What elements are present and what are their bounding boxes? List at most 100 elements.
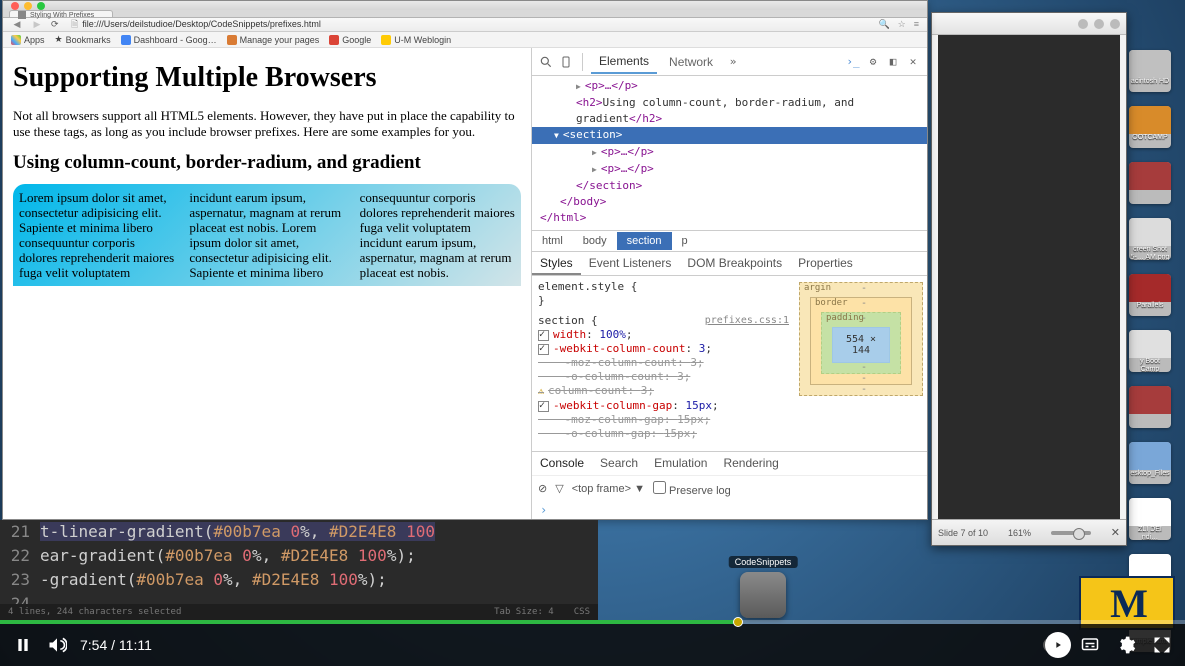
desktop-icon[interactable]: OOTCAMP [1129, 106, 1171, 148]
selected-dom-node[interactable]: <section> [532, 127, 927, 144]
drawer-tabs: Console Search Emulation Rendering [532, 451, 927, 475]
device-icon[interactable] [558, 54, 574, 70]
bookmark-item[interactable]: Google [329, 35, 371, 45]
zoom-window-icon[interactable] [37, 2, 45, 10]
language-mode[interactable]: CSS [574, 600, 590, 620]
tab-rendering[interactable]: Rendering [715, 452, 786, 475]
rule-checkbox[interactable] [538, 401, 549, 412]
intro-paragraph: Not all browsers support all HTML5 eleme… [13, 108, 521, 140]
minimize-window-icon[interactable] [24, 2, 32, 10]
slide-position: Slide 7 of 10 [938, 528, 988, 538]
breadcrumb-item[interactable]: section [617, 232, 672, 250]
desktop-icon[interactable] [1129, 386, 1171, 428]
reload-button[interactable]: ⟳ [51, 19, 63, 31]
css-rules[interactable]: element.style { } prefixes.css:1section … [532, 276, 795, 451]
desktop-icon[interactable]: acintosh HD [1129, 50, 1171, 92]
page-heading: Supporting Multiple Browsers [13, 62, 521, 94]
tab-console[interactable]: Console [532, 452, 592, 475]
inspect-icon[interactable] [538, 54, 554, 70]
browser-tab[interactable]: Styling With Prefixes [9, 10, 113, 17]
clear-console-icon[interactable]: ⊘ [538, 482, 547, 495]
settings-button[interactable] [1115, 634, 1137, 656]
editor-status: 4 lines, 244 characters selected [8, 600, 181, 620]
forward-button[interactable]: ▶ [31, 19, 43, 31]
apps-button[interactable]: Apps [11, 35, 45, 45]
devtools-toolbar: Elements Network » ›_ ⚙ ◧ ✕ [532, 48, 927, 76]
desktop-icon[interactable]: y Boot Camp [1129, 330, 1171, 372]
window-minimize-icon[interactable] [1078, 19, 1088, 29]
tab-event-listeners[interactable]: Event Listeners [581, 252, 680, 275]
close-window-icon[interactable] [11, 2, 19, 10]
subheading: Using column-count, border-radium, and g… [13, 152, 521, 174]
console-prompt[interactable]: › [532, 501, 927, 519]
zoom-icon[interactable]: 🔍 [878, 19, 889, 30]
pause-button[interactable] [12, 634, 34, 656]
dock-app[interactable] [740, 572, 786, 618]
console-toggle-icon[interactable]: ›_ [845, 54, 861, 70]
styles-tabs: Styles Event Listeners DOM Breakpoints P… [532, 252, 927, 276]
desktop-icon[interactable] [1129, 162, 1171, 204]
code-editor[interactable]: 21t-linear-gradient(#00b7ea 0%, #D2E4E8 … [0, 520, 598, 620]
bookmark-item[interactable]: Dashboard - Goog… [121, 35, 217, 45]
rule-checkbox[interactable] [538, 344, 549, 355]
bookmark-item[interactable]: ★Bookmarks [55, 34, 111, 45]
desktop-icon[interactable]: Parallels [1129, 274, 1171, 316]
address-bar: ◀ ▶ ⟳ 🗎file:///Users/deilstudioe/Desktop… [3, 18, 927, 32]
css-warning: column-count: 3; [538, 384, 789, 399]
volume-button[interactable] [46, 634, 68, 656]
breadcrumb-item[interactable]: p [672, 232, 698, 250]
tab-network[interactable]: Network [661, 51, 721, 73]
breadcrumb-item[interactable]: html [532, 232, 573, 250]
desktop-icon[interactable]: ZLI DEI ndi…27.docx [1129, 498, 1171, 540]
window-titlebar[interactable] [3, 1, 927, 10]
presentation-window: Slide 7 of 10 161% ✕ [931, 12, 1127, 546]
progress-bar[interactable] [0, 620, 1185, 624]
browser-window: Styling With Prefixes ◀ ▶ ⟳ 🗎file:///Use… [2, 0, 928, 520]
bookmark-star-icon[interactable]: ☆ [898, 19, 906, 30]
dom-tree[interactable]: <p>…</p> <h2>Using column-count, border-… [532, 76, 927, 230]
time-display: 7:54 / 11:11 [80, 637, 152, 653]
console-toolbar: ⊘ ▽ <top frame> ▼ Preserve log [532, 475, 927, 501]
source-link[interactable]: prefixes.css:1 [705, 314, 789, 328]
tab-emulation[interactable]: Emulation [646, 452, 715, 475]
desktop-icons: acintosh HD OOTCAMP creen Shot 5-… AM.pn… [1129, 50, 1177, 652]
desktop-icon[interactable]: esktop_Files [1129, 442, 1171, 484]
bookmark-item[interactable]: U-M Weblogin [381, 35, 451, 45]
breadcrumb-item[interactable]: body [573, 232, 617, 250]
video-controls: 7:54 / 11:11 [0, 624, 1185, 666]
dom-breadcrumb: html body section p [532, 230, 927, 252]
page-content: Supporting Multiple Browsers Not all bro… [3, 48, 531, 519]
tab-styles[interactable]: Styles [532, 252, 581, 275]
rule-checkbox[interactable] [538, 330, 549, 341]
dock-tooltip: CodeSnippets [729, 556, 798, 568]
autoplay-toggle[interactable] [1043, 634, 1065, 656]
desktop-icon[interactable]: creen Shot 5-… AM.png [1129, 218, 1171, 260]
overflow-icon[interactable]: » [725, 54, 741, 70]
settings-gear-icon[interactable]: ⚙ [865, 54, 881, 70]
devtools-panel: Elements Network » ›_ ⚙ ◧ ✕ <p>…</p> <h2… [531, 48, 927, 519]
tab-properties[interactable]: Properties [790, 252, 861, 275]
box-model: argin- border- padding- 554 × 144 - - - [795, 276, 927, 451]
tab-dom-breakpoints[interactable]: DOM Breakpoints [679, 252, 790, 275]
bookmarks-bar: Apps ★Bookmarks Dashboard - Goog… Manage… [3, 32, 927, 48]
menu-icon[interactable]: ≡ [914, 19, 919, 30]
zoom-slider[interactable] [1051, 531, 1091, 535]
url-field[interactable]: 🗎file:///Users/deilstudioe/Desktop/CodeS… [71, 17, 870, 33]
close-icon[interactable]: ✕ [905, 54, 921, 70]
fullscreen-button[interactable] [1151, 634, 1173, 656]
dock-icon[interactable]: ◧ [885, 54, 901, 70]
frame-selector[interactable]: <top frame> ▼ [572, 483, 645, 495]
tab-elements[interactable]: Elements [591, 50, 657, 74]
zoom-level: 161% [1008, 528, 1031, 538]
tab-search[interactable]: Search [592, 452, 646, 475]
close-icon[interactable]: ✕ [1111, 526, 1120, 539]
window-maximize-icon[interactable] [1094, 19, 1104, 29]
filter-icon[interactable]: ▽ [555, 482, 563, 495]
window-close-icon[interactable] [1110, 19, 1120, 29]
tab-size[interactable]: Tab Size: 4 [494, 600, 554, 620]
captions-button[interactable] [1079, 634, 1101, 656]
back-button[interactable]: ◀ [11, 19, 23, 31]
column-section: Lorem ipsum dolor sit amet, consectetur … [13, 184, 521, 286]
bookmark-item[interactable]: Manage your pages [227, 35, 320, 45]
preserve-log-checkbox[interactable]: Preserve log [653, 481, 731, 497]
